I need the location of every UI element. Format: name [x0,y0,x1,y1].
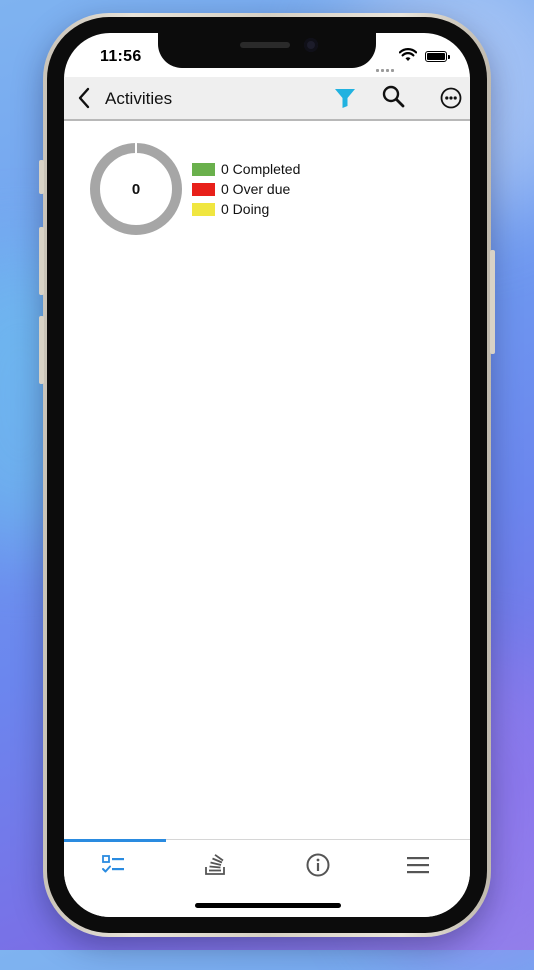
info-icon [306,853,330,877]
tab-stack[interactable] [166,850,266,880]
legend-doing: 0 Doing [192,199,300,219]
active-tab-indicator [64,839,166,842]
tab-info[interactable] [268,850,368,880]
status-time: 11:56 [100,48,142,65]
power-button [490,250,495,354]
stacked-inbox-icon [205,854,225,875]
speaker-grille [240,42,290,48]
legend-over-due-label: 0 Over due [221,181,291,197]
legend-completed: 0 Completed [192,159,300,179]
mute-switch [39,160,44,194]
notch [158,32,376,68]
legend-doing-label: 0 Doing [221,201,270,217]
volume-down-button [39,316,44,384]
signal-icon [376,59,396,77]
filter-icon [335,89,355,108]
search-icon [382,85,405,108]
task-list-icon [102,855,124,873]
tab-menu[interactable] [368,850,468,880]
over-due-swatch [192,182,215,196]
back-button[interactable] [70,83,98,113]
wifi-icon [399,48,417,61]
tab-activities[interactable] [64,850,164,880]
battery-icon [425,51,450,62]
legend-completed-label: 0 Completed [221,161,301,177]
screen: 11:56 Activities 0 0 Completed 0 Over du… [64,33,470,917]
chart-legend: 0 Completed 0 Over due 0 Doing [192,159,300,219]
page-title: Activities [105,89,173,108]
legend-over-due: 0 Over due [192,179,300,199]
more-icon [440,87,462,109]
chevron-left-icon [78,87,90,109]
nav-header: Activities [64,77,470,121]
filter-button[interactable] [332,85,358,111]
search-button[interactable] [380,83,408,111]
completed-swatch [192,162,215,176]
front-camera [304,38,318,52]
volume-up-button [39,227,44,295]
menu-icon [407,857,429,874]
doing-swatch [192,202,215,216]
more-options-button[interactable] [438,85,464,111]
home-indicator [195,903,341,908]
donut-total: 0 [131,180,141,198]
